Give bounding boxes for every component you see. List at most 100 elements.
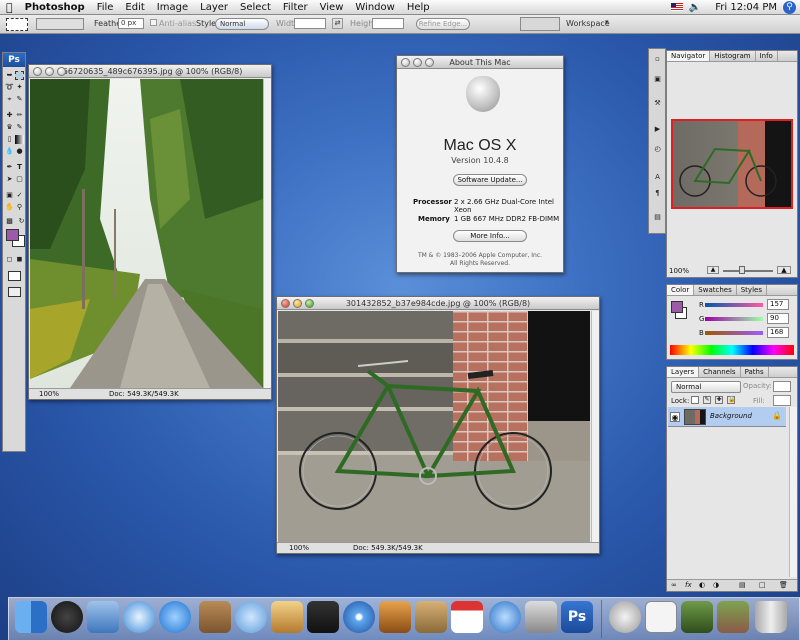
fill-input[interactable] [773,395,791,406]
tab-styles[interactable]: Styles [737,285,767,295]
tab-channels[interactable]: Channels [699,367,741,377]
magic-wand-tool-icon[interactable]: ✦ [15,83,24,92]
menu-window[interactable]: Window [349,2,400,13]
zoom-out-icon[interactable]: ▲ [707,266,719,274]
quicktime-icon[interactable] [489,601,521,633]
g-input[interactable]: 90 [767,313,789,324]
gradient-tool-icon[interactable] [15,135,24,144]
r-input[interactable]: 157 [767,299,789,310]
lock-transparent-icon[interactable] [691,396,699,404]
photoshop-dock-icon[interactable]: Ps [561,601,593,633]
tool-presets-icon[interactable]: ▣ [653,75,662,84]
menu-image[interactable]: Image [151,2,194,13]
refine-edge-button[interactable]: Refine Edge... [416,18,470,30]
navigator-zoom-value[interactable]: 100% [669,267,689,275]
notes-tool-icon[interactable]: ▣ [5,191,14,200]
menu-view[interactable]: View [314,2,350,13]
menu-layer[interactable]: Layer [194,2,234,13]
minimized-window-3[interactable] [717,601,749,633]
foreground-color-swatch[interactable] [6,229,19,241]
apple-menu-icon[interactable]:  [0,1,19,14]
minimized-window-2[interactable] [681,601,713,633]
swap-dimensions-icon[interactable]: ⇄ [332,18,343,29]
tab-navigator[interactable]: Navigator [667,51,711,61]
itunes-icon[interactable] [235,601,267,633]
safari-icon[interactable] [123,601,155,633]
eraser-tool-icon[interactable]: ▯ [5,135,14,144]
iphoto-icon[interactable] [271,601,303,633]
height-input[interactable] [372,18,404,29]
g-slider[interactable] [705,317,763,321]
opacity-input[interactable] [773,381,791,392]
layers-scrollbar[interactable] [789,407,797,577]
anti-alias-checkbox[interactable] [150,19,157,26]
layer-comps-icon[interactable]: ▤ [653,213,662,222]
standard-mode-icon[interactable]: ◻ [5,255,14,264]
minimized-window-1[interactable] [645,601,677,633]
imovie-icon[interactable] [307,601,339,633]
pen-tool-icon[interactable]: ✒ [5,163,14,172]
color-ramp[interactable] [670,345,794,355]
close-button[interactable] [401,58,410,67]
close-button[interactable] [281,299,290,308]
tab-histogram[interactable]: Histogram [710,51,756,61]
tab-info[interactable]: Info [756,51,778,61]
character-icon[interactable]: A [653,173,662,182]
menu-edit[interactable]: Edit [119,2,150,13]
quick-mask-mode-icon[interactable]: ◼ [15,255,24,264]
lock-image-icon[interactable]: ✎ [703,396,711,404]
zoom-level[interactable]: 100% [289,543,309,553]
new-layer-icon[interactable]: □ [759,580,766,591]
idvd-icon[interactable] [343,601,375,633]
downloads-stack-icon[interactable] [609,601,641,633]
feather-input[interactable]: 0 px [118,18,144,29]
move-tool-icon[interactable]: ➥ [5,71,14,80]
doc-size[interactable]: Doc: 549.3K/549.3K [353,543,423,553]
paragraph-icon[interactable]: ¶ [653,189,662,198]
zoom-button[interactable] [305,299,314,308]
menu-select[interactable]: Select [234,2,277,13]
blur-tool-icon[interactable]: 💧 [5,147,14,156]
menu-file[interactable]: File [91,2,120,13]
history-brush-tool-icon[interactable]: ✎ [15,123,24,132]
selection-mode-buttons[interactable] [36,18,84,30]
tab-paths[interactable]: Paths [741,367,769,377]
lasso-tool-icon[interactable]: ➰ [5,83,14,92]
bicycle-photo[interactable] [278,311,590,542]
link-layers-icon[interactable]: ∞ [671,580,677,591]
type-tool-icon[interactable]: T [15,163,24,172]
zoom-button[interactable] [425,58,434,67]
system-preferences-icon[interactable] [525,601,557,633]
dodge-tool-icon[interactable]: ● [15,147,24,156]
r-slider[interactable] [705,303,763,307]
tools-icon[interactable]: ⚒ [653,99,662,108]
marquee-tool-preset-icon[interactable] [6,18,28,31]
brush-tool-icon[interactable]: ✏ [15,111,24,120]
new-group-icon[interactable]: ▤ [739,580,746,591]
forest-window-titlebar[interactable]: 266720635_489c676395.jpg @ 100% (RGB/8) [29,65,271,78]
vertical-scrollbar[interactable] [591,311,599,542]
more-info-button[interactable]: More Info... [453,230,527,242]
width-input[interactable] [294,18,326,29]
jump-to-imageready-icon[interactable] [8,287,21,297]
eye-icon[interactable]: ◉ [670,412,680,422]
crop-tool-icon[interactable]: ⌖ [5,95,14,104]
marquee-tool-icon[interactable] [15,71,24,80]
delete-layer-icon[interactable]: 🗑 [779,580,788,591]
address-book-icon[interactable] [199,601,231,633]
mail-icon[interactable] [87,601,119,633]
actions-icon[interactable]: ▶ [653,125,662,134]
swap-colors-icon[interactable]: ↻ [17,217,26,226]
lock-position-icon[interactable]: ✚ [715,396,723,404]
zoom-level[interactable]: 100% [39,389,59,399]
adjustment-layer-icon[interactable]: ◑ [713,580,719,591]
workspace-menu[interactable]: Workspace [566,19,610,28]
b-slider[interactable] [705,331,763,335]
clone-stamp-tool-icon[interactable]: ♛ [5,123,14,132]
zoom-in-icon[interactable]: ▲ [777,266,791,274]
spotlight-icon[interactable]: ⚲ [783,0,796,14]
history-icon[interactable]: ◴ [653,145,662,154]
path-selection-tool-icon[interactable]: ➤ [5,175,14,184]
dashboard-icon[interactable] [51,601,83,633]
lock-all-icon[interactable]: 🔒 [727,396,735,404]
